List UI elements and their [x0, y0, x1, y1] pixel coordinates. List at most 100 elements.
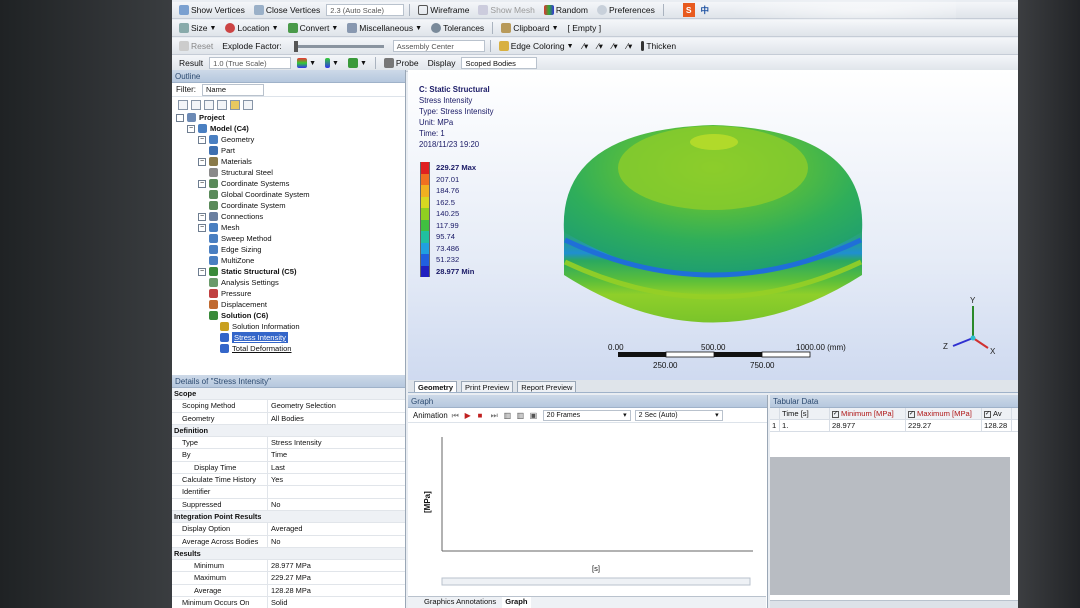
expand-toggle-icon[interactable]: −: [198, 135, 206, 144]
details-value[interactable]: Stress Intensity: [268, 437, 405, 448]
close-vertices-button[interactable]: Close Vertices: [251, 3, 323, 17]
tree-node[interactable]: − Mesh: [176, 222, 405, 233]
details-value[interactable]: Time: [268, 449, 405, 460]
tree-node[interactable]: Solution (C6): [176, 310, 405, 321]
column-checkbox-icon[interactable]: ✓: [984, 410, 991, 418]
details-value[interactable]: 28.977 MPa: [268, 560, 405, 571]
vertex-scale-field[interactable]: 2.3 (Auto Scale): [326, 4, 405, 16]
outline-tool-3-icon[interactable]: [204, 99, 214, 110]
details-value[interactable]: No: [268, 536, 405, 547]
details-value[interactable]: Solid: [268, 597, 405, 608]
explode-factor-slider[interactable]: [293, 40, 384, 52]
tree-node[interactable]: MultiZone: [176, 255, 405, 266]
tabular-column-header[interactable]: Time [s]: [780, 408, 830, 419]
distributed-icon[interactable]: ▥: [517, 411, 526, 420]
reset-button[interactable]: Reset: [176, 39, 216, 53]
expand-toggle-icon[interactable]: −: [198, 157, 206, 166]
edge-style-3-button[interactable]: ⁄▾: [609, 39, 621, 53]
wireframe-button[interactable]: Wireframe: [415, 3, 472, 17]
outline-tool-4-icon[interactable]: [217, 99, 227, 110]
legend-dropdown[interactable]: ▼: [322, 56, 342, 70]
outline-tool-1-icon[interactable]: [178, 99, 188, 110]
details-row[interactable]: Maximum 229.27 MPa: [172, 572, 405, 585]
graph-scrollbar[interactable]: [441, 577, 751, 586]
details-row[interactable]: Minimum Occurs On Solid: [172, 597, 405, 608]
expand-toggle-icon[interactable]: [176, 113, 184, 122]
details-value[interactable]: Yes: [268, 474, 405, 485]
details-value[interactable]: 128.28 MPa: [268, 585, 405, 596]
details-value[interactable]: 229.27 MPa: [268, 572, 405, 583]
tolerances-button[interactable]: Tolerances: [428, 21, 487, 35]
tree-node[interactable]: Analysis Settings: [176, 277, 405, 288]
tree-node[interactable]: Part: [176, 145, 405, 156]
show-vertices-button[interactable]: Show Vertices: [176, 3, 248, 17]
details-row[interactable]: Calculate Time History Yes: [172, 474, 405, 487]
probe-button[interactable]: Probe: [381, 56, 422, 70]
miscellaneous-dropdown[interactable]: Miscellaneous ▼: [344, 21, 425, 35]
duration-dropdown[interactable]: 2 Sec (Auto) ▾: [634, 409, 723, 421]
details-group-header[interactable]: Definition: [172, 424, 405, 438]
outline-tool-6-icon[interactable]: [243, 99, 253, 110]
location-dropdown[interactable]: Location ▼: [222, 21, 281, 35]
tree-node[interactable]: − Coordinate Systems: [176, 178, 405, 189]
column-checkbox-icon[interactable]: ✓: [832, 410, 839, 418]
tree-node[interactable]: Displacement: [176, 299, 405, 310]
tree-node[interactable]: Structural Steel: [176, 167, 405, 178]
details-row[interactable]: Minimum 28.977 MPa: [172, 560, 405, 573]
size-dropdown[interactable]: Size ▼: [176, 21, 219, 35]
tree-node[interactable]: Stress Intensity: [176, 332, 405, 343]
outline-tool-2-icon[interactable]: [191, 99, 201, 110]
tabular-scrollbar[interactable]: [770, 600, 1018, 608]
geometry-viewport[interactable]: C: Static Structural Stress Intensity Ty…: [408, 70, 1018, 380]
contour-dropdown[interactable]: ▼: [294, 56, 319, 70]
outline-tool-5-icon[interactable]: [230, 99, 240, 110]
assembly-center-field[interactable]: Assembly Center: [392, 40, 485, 52]
details-value[interactable]: Last: [268, 462, 405, 473]
slider-thumb[interactable]: [293, 40, 298, 52]
convert-dropdown[interactable]: Convert ▼: [285, 21, 342, 35]
tree-node[interactable]: Solution Information: [176, 321, 405, 332]
details-value[interactable]: Averaged: [268, 523, 405, 534]
graph-tab[interactable]: Graphics Annotations: [424, 597, 496, 608]
details-row[interactable]: Scoping Method Geometry Selection: [172, 400, 405, 413]
details-group-header[interactable]: Results: [172, 547, 405, 561]
details-group-header[interactable]: Scope: [172, 388, 405, 401]
expand-toggle-icon[interactable]: −: [198, 267, 206, 276]
tree-node[interactable]: Pressure: [176, 288, 405, 299]
details-value[interactable]: No: [268, 499, 405, 510]
tree-node[interactable]: − Connections: [176, 211, 405, 222]
details-row[interactable]: Average 128.28 MPa: [172, 584, 405, 598]
edge-style-2-button[interactable]: ⁄▾: [594, 39, 606, 53]
expand-toggle-icon[interactable]: −: [198, 212, 206, 221]
tree-node[interactable]: − Model (C4): [176, 123, 405, 134]
ime-chinese-mode[interactable]: 中: [698, 3, 713, 17]
display-scope-dropdown[interactable]: Scoped Bodies: [461, 57, 538, 69]
viewport-tab[interactable]: Geometry: [414, 381, 458, 392]
rewind-icon[interactable]: ⏮: [452, 411, 461, 420]
details-row[interactable]: Display Option Averaged: [172, 523, 405, 536]
play-icon[interactable]: ▶: [465, 411, 474, 420]
details-row[interactable]: By Time: [172, 449, 405, 462]
viewport-tab[interactable]: Print Preview: [461, 381, 514, 392]
tree-node[interactable]: Sweep Method: [176, 233, 405, 244]
tree-node[interactable]: Edge Sizing: [176, 244, 405, 255]
details-row[interactable]: Display Time Last: [172, 461, 405, 475]
tree-node[interactable]: − Geometry: [176, 134, 405, 145]
tabular-column-header[interactable]: ✓ Maximum [MPa]: [906, 408, 982, 419]
details-row[interactable]: Geometry All Bodies: [172, 412, 405, 425]
filter-dropdown[interactable]: Name: [202, 83, 264, 96]
frames-icon[interactable]: ▥: [504, 411, 513, 420]
graph-tab[interactable]: Graph: [502, 597, 531, 608]
show-mesh-button[interactable]: Show Mesh: [475, 3, 537, 17]
export-video-icon[interactable]: ▣: [530, 411, 539, 420]
tree-node[interactable]: Global Coordinate System: [176, 189, 405, 200]
details-row[interactable]: Suppressed No: [172, 498, 405, 511]
forward-icon[interactable]: ⏭: [491, 411, 500, 420]
ime-s-badge[interactable]: S: [682, 3, 695, 17]
details-value[interactable]: Geometry Selection: [268, 400, 405, 411]
viewport-tab[interactable]: Report Preview: [517, 381, 577, 392]
details-group-header[interactable]: Integration Point Results: [172, 510, 405, 524]
edge-style-4-button[interactable]: ⁄▾: [624, 39, 636, 53]
table-row[interactable]: 1 1. 28.977 229.27 128.28: [770, 420, 1018, 432]
preferences-button[interactable]: Preferences: [594, 3, 658, 17]
